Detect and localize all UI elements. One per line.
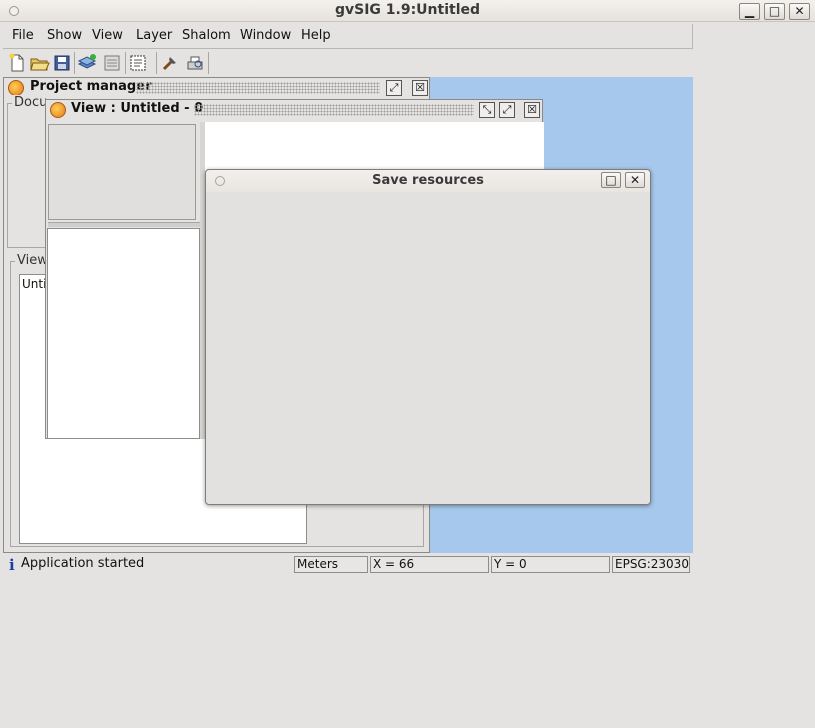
menu-help[interactable]: Help [301, 28, 331, 43]
titlebar-grip [136, 82, 380, 94]
add-layer-button[interactable] [75, 51, 99, 75]
close-icon: ✕ [629, 173, 641, 187]
dialog-maximize-button[interactable]: □ [601, 172, 621, 188]
maximize-frame-button[interactable]: ⤢ [386, 80, 402, 96]
save-resources-dialog: Save resources □ ✕ [205, 169, 651, 505]
status-y-coordinate: Y = 0 [491, 556, 610, 573]
close-icon: ✕ [794, 4, 805, 18]
menu-layer[interactable]: Layer [136, 28, 172, 43]
window-titlebar[interactable]: gvSIG 1.9:Untitled ▁ □ ✕ [0, 0, 815, 22]
project-manager-titlebar[interactable]: Project manager ⤢ ☒ [4, 78, 429, 98]
titlebar-grip [194, 104, 474, 116]
open-project-icon [30, 58, 50, 71]
add-layer-icon [77, 54, 97, 69]
dialog-titlebar[interactable]: Save resources □ ✕ [206, 170, 650, 192]
layer-properties-button[interactable] [100, 51, 124, 75]
close-frame-button[interactable]: ☒ [524, 102, 540, 118]
print-preview-button[interactable] [183, 51, 207, 75]
minimize-frame-button[interactable]: ⤡ [479, 102, 495, 118]
new-project-icon [9, 53, 24, 72]
window-title: gvSIG 1.9:Untitled [334, 2, 481, 18]
menu-bar: File Show View Layer Shalom Window Help [3, 24, 693, 49]
open-project-button[interactable] [27, 51, 51, 75]
maximize-frame-button[interactable]: ⤢ [499, 102, 515, 118]
toolbar-separator [208, 52, 209, 74]
gvsig-view-icon [50, 102, 66, 118]
toolbar-separator [156, 52, 157, 74]
layer-properties-icon [104, 55, 120, 71]
dialog-title: Save resources [372, 173, 484, 188]
view-window-title: View : Untitled - 0 [71, 101, 204, 116]
save-project-icon [54, 55, 70, 71]
menu-view[interactable]: View [92, 28, 123, 43]
select-area-icon [130, 55, 146, 71]
gvsig-icon [8, 80, 24, 96]
documents-group-label: Docu [12, 95, 50, 110]
new-project-button[interactable] [5, 51, 29, 75]
menu-show[interactable]: Show [47, 28, 82, 43]
status-crs: EPSG:23030 [612, 556, 690, 573]
status-x-coordinate: X = 66 [370, 556, 489, 573]
close-button[interactable]: ✕ [789, 3, 810, 20]
close-frame-icon: ☒ [527, 103, 537, 116]
menu-file[interactable]: File [12, 28, 34, 43]
maximize-icon: □ [768, 4, 781, 18]
status-message: Application started [21, 556, 145, 571]
close-frame-icon: ☒ [415, 81, 425, 94]
save-project-button[interactable] [50, 51, 74, 75]
dialog-close-button[interactable]: ✕ [625, 172, 645, 188]
maximize-icon: □ [605, 173, 617, 187]
print-preview-icon [187, 56, 203, 70]
splitter-horizontal[interactable] [48, 222, 200, 227]
minimize-frame-icon: ⤡ [482, 103, 492, 116]
tools-icon [162, 57, 176, 71]
minimize-icon: ▁ [744, 4, 755, 18]
menu-window[interactable]: Window [240, 28, 291, 43]
minimize-button[interactable]: ▁ [739, 3, 760, 20]
close-frame-button[interactable]: ☒ [412, 80, 428, 96]
table-of-contents[interactable] [47, 228, 200, 439]
select-area-button[interactable] [126, 51, 150, 75]
overview-panel[interactable] [48, 124, 196, 220]
status-units: Meters [294, 556, 368, 573]
tools-button[interactable] [158, 51, 182, 75]
maximize-button[interactable]: □ [764, 3, 785, 20]
menu-shalom[interactable]: Shalom [182, 28, 231, 43]
maximize-frame-icon: ⤢ [389, 81, 399, 94]
view-window-titlebar[interactable]: View : Untitled - 0 ⤡ ⤢ ☒ [46, 100, 542, 120]
info-icon: i [9, 556, 15, 574]
project-manager-title: Project manager [30, 79, 152, 94]
maximize-frame-icon: ⤢ [502, 103, 512, 116]
toolbar [3, 50, 209, 76]
